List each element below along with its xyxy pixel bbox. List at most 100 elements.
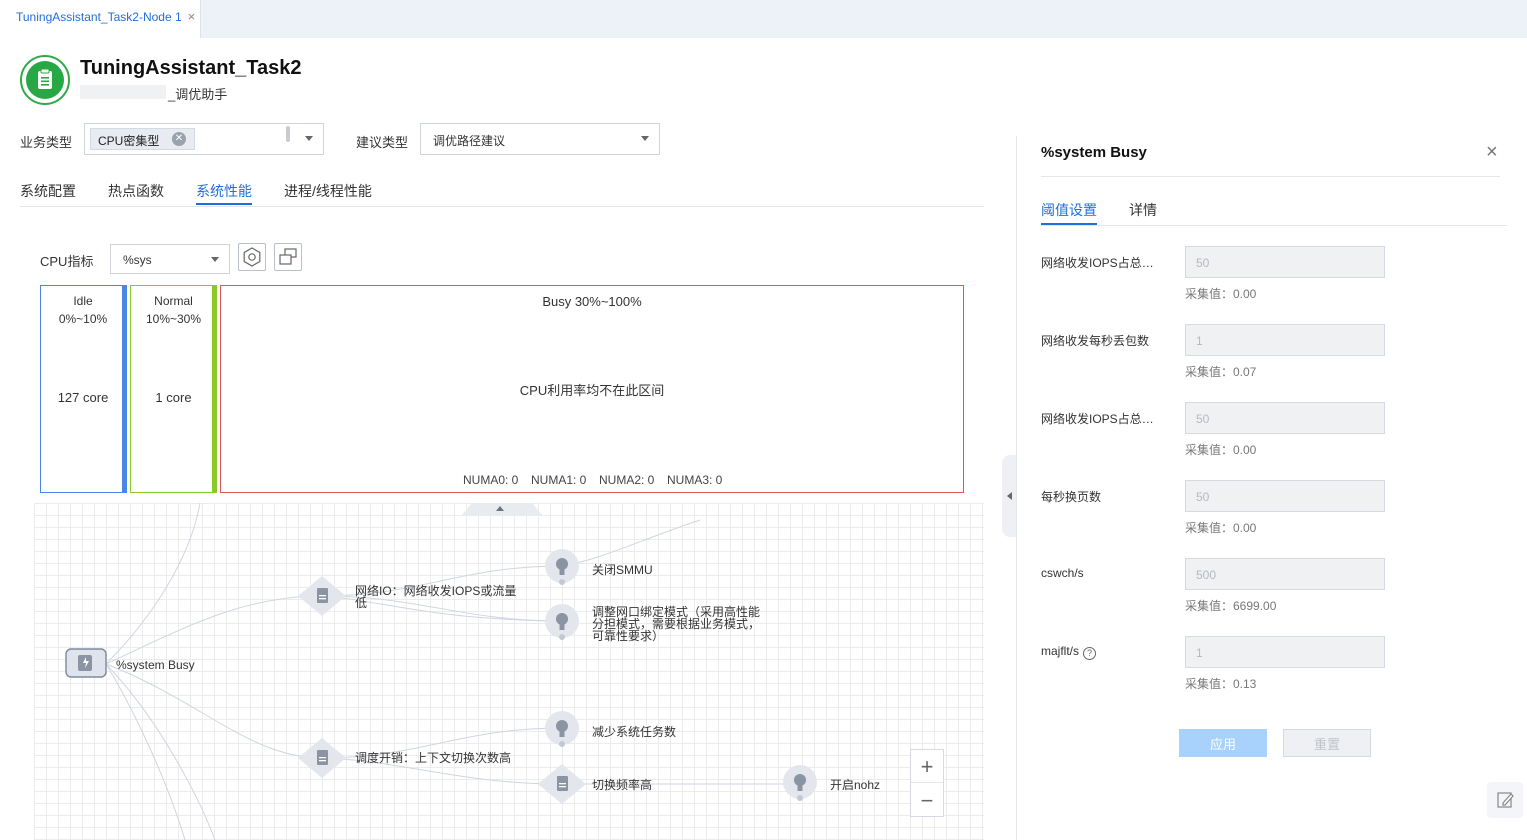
- numa1-count: NUMA1: 0: [531, 473, 587, 487]
- chip-remove-icon[interactable]: ✕: [172, 132, 186, 146]
- apply-button[interactable]: 应用: [1179, 729, 1267, 757]
- field-label-page-swaps: 每秒换页数: [1041, 490, 1102, 504]
- tab-hotspot-functions[interactable]: 热点函数: [108, 181, 164, 201]
- chevron-down-icon: [211, 257, 219, 262]
- tree-node-switch-frequency[interactable]: 切换频率高: [592, 779, 652, 791]
- threshold-input-cswch[interactable]: 500: [1185, 558, 1385, 590]
- advice-type-value: 调优路径建议: [433, 134, 506, 148]
- reset-button[interactable]: 重置: [1283, 729, 1371, 757]
- panel-title: %system Busy: [1041, 144, 1147, 161]
- busy-range-box[interactable]: Busy 30%~100% CPU利用率均不在此区间: [220, 285, 964, 493]
- document-icon[interactable]: [538, 764, 586, 804]
- threshold-input-majflt[interactable]: 1: [1185, 636, 1385, 668]
- field-label-network-iops-ratio-2: 网络收发IOPS占总带宽比例: [1041, 412, 1165, 426]
- lightbulb-icon[interactable]: [545, 604, 579, 640]
- tree-root-label[interactable]: %system Busy: [116, 659, 195, 671]
- normal-core-count: 1 core: [155, 390, 192, 405]
- help-icon[interactable]: ?: [1083, 647, 1097, 660]
- business-type-label: 业务类型: [20, 135, 73, 150]
- tree-suggestion-enable-nohz[interactable]: 开启nohz: [830, 779, 880, 791]
- field-label-majflt: majflt/s?: [1041, 644, 1165, 660]
- zoom-in-button[interactable]: +: [911, 750, 943, 783]
- field-label-network-iops-ratio: 网络收发IOPS占总带宽比例: [1041, 256, 1165, 270]
- zoom-control: + −: [910, 749, 944, 817]
- normal-range-box[interactable]: Normal 10%~30% 1 core: [130, 285, 217, 493]
- tab-active-indicator: [196, 203, 252, 205]
- compare-button[interactable]: [274, 243, 302, 271]
- collected-value: 采集值：0.07: [1185, 365, 1257, 379]
- field-label-packet-loss: 网络收发每秒丢包数: [1041, 334, 1150, 348]
- window-tab-label: TuningAssistant_Task2-Node 1: [16, 10, 182, 24]
- panel-close-icon[interactable]: ×: [1486, 141, 1498, 164]
- tree-suggestion-disable-smmu[interactable]: 关闭SMMU: [592, 564, 653, 576]
- collected-value: 采集值：0.00: [1185, 521, 1257, 535]
- chevron-left-icon: [1007, 492, 1012, 500]
- threshold-input-network-iops-ratio[interactable]: 50: [1185, 246, 1385, 278]
- window-tab-bar: TuningAssistant_Task2-Node 1 ×: [0, 0, 1527, 38]
- document-icon[interactable]: [298, 576, 346, 616]
- zoom-out-button[interactable]: −: [911, 784, 943, 817]
- numa3-count: NUMA3: 0: [667, 473, 723, 487]
- tree-node-network-io[interactable]: 网络IO：网络收发IOPS或流量低: [355, 585, 525, 609]
- scrollbar-thumb[interactable]: [286, 126, 290, 142]
- edit-icon: [1497, 792, 1514, 808]
- panel-tabs-divider: [1041, 225, 1507, 226]
- idle-core-count: 127 core: [57, 390, 109, 405]
- tab-details[interactable]: 详情: [1129, 200, 1157, 220]
- chevron-down-icon: [641, 136, 649, 141]
- idle-color-bar: [122, 285, 127, 493]
- normal-color-bar: [212, 285, 217, 493]
- chevron-down-icon: [305, 136, 313, 141]
- collected-value: 采集值：0.00: [1185, 287, 1257, 301]
- tab-system-performance[interactable]: 系统性能: [196, 181, 252, 201]
- cpu-metric-select[interactable]: %sys: [110, 244, 230, 274]
- feedback-button[interactable]: [1487, 782, 1523, 818]
- tree-suggestion-bond-mode[interactable]: 调整网口绑定模式（采用高性能分担模式，需要根据业务模式，可靠性要求）: [592, 606, 764, 642]
- business-type-select[interactable]: CPU密集型 ✕: [84, 123, 324, 155]
- page-subtitle: _调优助手: [168, 87, 228, 102]
- tree-node-scheduling[interactable]: 调度开销：上下文切换次数高: [355, 752, 511, 764]
- page-title: TuningAssistant_Task2: [80, 57, 302, 79]
- normal-range: 10%~30%: [145, 312, 202, 326]
- clipboard-icon: [20, 55, 70, 105]
- root-node-icon[interactable]: [65, 648, 107, 678]
- cpu-metric-label: CPU指标: [40, 254, 94, 269]
- advice-type-label: 建议类型: [356, 135, 409, 150]
- windows-icon: [279, 248, 297, 265]
- redacted-text: [80, 85, 166, 99]
- tab-system-config[interactable]: 系统配置: [20, 181, 76, 201]
- threshold-input-network-iops-ratio-2[interactable]: 50: [1185, 402, 1385, 434]
- lightbulb-icon[interactable]: [545, 549, 579, 585]
- majflt-label-text: majflt/s: [1041, 644, 1080, 658]
- advice-type-select[interactable]: 调优路径建议: [420, 123, 660, 155]
- tabs-divider: [20, 206, 984, 207]
- document-icon[interactable]: [298, 738, 346, 778]
- panel-divider: [1041, 176, 1500, 177]
- cpu-metric-value: %sys: [123, 253, 152, 267]
- normal-name: Normal: [154, 294, 193, 308]
- idle-range-box[interactable]: Idle 0%~10% 127 core: [40, 285, 126, 493]
- collected-value: 采集值：0.00: [1185, 443, 1257, 457]
- window-tab[interactable]: TuningAssistant_Task2-Node 1 ×: [0, 0, 201, 38]
- lightbulb-icon[interactable]: [783, 765, 817, 801]
- busy-message: CPU利用率均不在此区间: [519, 383, 665, 398]
- idle-range: 0%~10%: [58, 312, 108, 326]
- field-label-cswch: cswch/s: [1041, 566, 1084, 580]
- busy-name: Busy 30%~100%: [542, 294, 642, 309]
- collected-value: 采集值：0.13: [1185, 677, 1257, 691]
- lightbulb-icon[interactable]: [545, 711, 579, 747]
- gear-icon: [243, 247, 261, 267]
- settings-button[interactable]: [238, 243, 266, 271]
- numa0-count: NUMA0: 0: [463, 473, 519, 487]
- business-type-chip-label: CPU密集型: [98, 134, 160, 148]
- collected-value: 采集值：6699.00: [1185, 599, 1277, 613]
- numa2-count: NUMA2: 0: [599, 473, 655, 487]
- threshold-input-page-swaps[interactable]: 50: [1185, 480, 1385, 512]
- threshold-input-packet-loss[interactable]: 1: [1185, 324, 1385, 356]
- idle-name: Idle: [73, 294, 93, 308]
- tab-process-thread-performance[interactable]: 进程/线程性能: [284, 181, 372, 201]
- tree-suggestion-reduce-tasks[interactable]: 减少系统任务数: [592, 726, 676, 738]
- business-type-chip: CPU密集型 ✕: [90, 128, 195, 150]
- tab-threshold-settings[interactable]: 阈值设置: [1041, 200, 1097, 220]
- close-icon[interactable]: ×: [188, 9, 196, 24]
